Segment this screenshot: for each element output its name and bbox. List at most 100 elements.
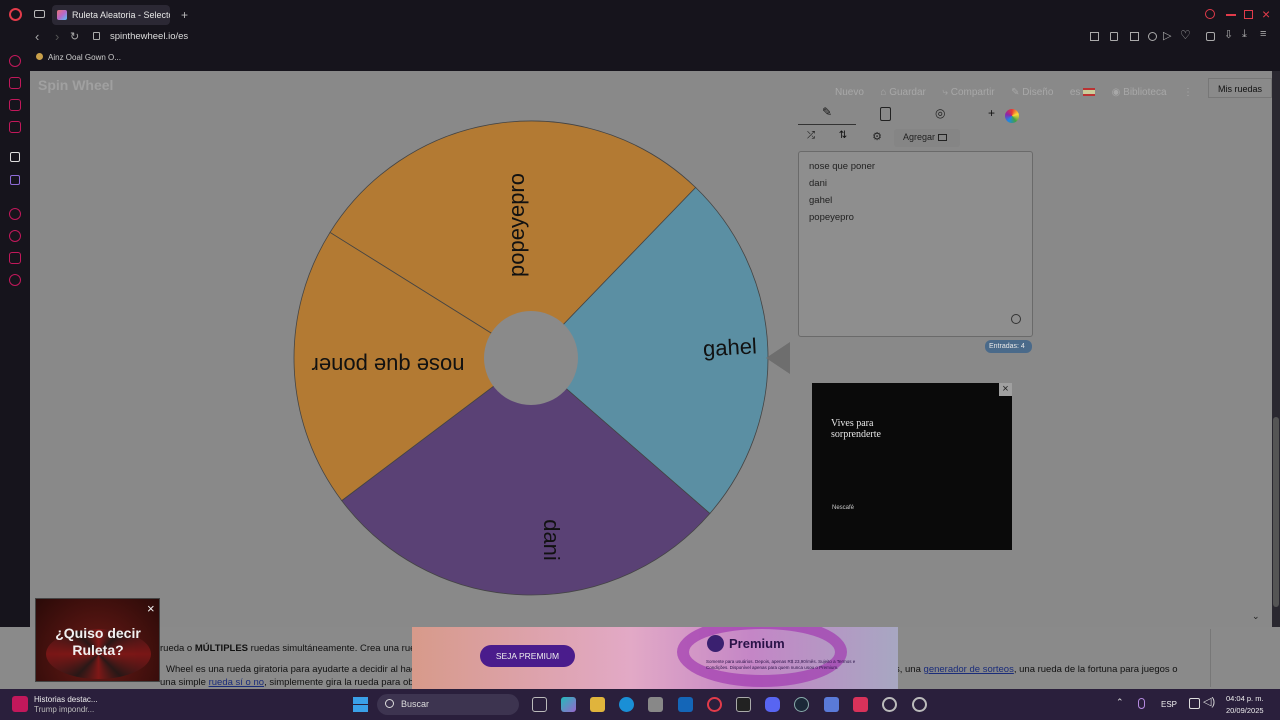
tf-icon[interactable] bbox=[853, 697, 868, 712]
sidebar-settings-icon[interactable] bbox=[9, 274, 21, 286]
store-icon[interactable] bbox=[648, 697, 663, 712]
wheel-center[interactable] bbox=[484, 311, 578, 405]
volume-icon[interactable]: ◁) bbox=[1203, 695, 1215, 708]
spin-wheel[interactable]: popeyepro gahel dani nose que poner bbox=[280, 105, 800, 610]
reload-icon[interactable]: ↻ bbox=[70, 30, 79, 43]
scroll-down-icon[interactable]: ⌄ bbox=[1252, 611, 1260, 622]
my-wheels-button[interactable]: Mis ruedas bbox=[1208, 78, 1272, 98]
search-tabs-icon[interactable] bbox=[1205, 9, 1215, 19]
nav-new[interactable]: Nuevo bbox=[835, 87, 864, 98]
popup-ad[interactable]: ¿Quiso decir Ruleta? × bbox=[35, 598, 160, 682]
tray-mic-icon[interactable] bbox=[1138, 698, 1145, 709]
shuffle-button[interactable]: ⤮ bbox=[800, 130, 822, 148]
yes-no-wheel-link[interactable]: rueda sí o no bbox=[209, 677, 264, 688]
sidebar-ai-icon[interactable] bbox=[9, 55, 21, 67]
nav-language[interactable]: es bbox=[1070, 87, 1096, 98]
nav-save[interactable]: ⌂ Guardar bbox=[880, 87, 926, 98]
image-icon bbox=[937, 134, 947, 142]
cube-icon[interactable] bbox=[1206, 32, 1215, 41]
sidebar-history-icon[interactable] bbox=[9, 230, 21, 242]
edge-icon[interactable] bbox=[619, 697, 634, 712]
pin-icon[interactable] bbox=[1110, 32, 1118, 41]
entries-textarea[interactable]: nose que poner dani gahel popeyepro bbox=[798, 151, 1033, 337]
close-window-button[interactable]: × bbox=[1262, 6, 1270, 22]
nav-library[interactable]: ◉ Biblioteca bbox=[1112, 87, 1167, 98]
premium-cta-button[interactable]: SEJA PREMIUM bbox=[480, 645, 575, 667]
opera-gx-icon[interactable] bbox=[707, 697, 722, 712]
language-indicator[interactable]: ESP bbox=[1161, 700, 1177, 709]
site-logo[interactable]: Spin Wheel bbox=[38, 77, 113, 93]
spotify-ad-banner[interactable]: SEJA PREMIUM Premium Somente para usuári… bbox=[412, 627, 898, 689]
entry-line: gahel bbox=[809, 195, 833, 206]
advanced-settings-icon[interactable]: ⚙ bbox=[865, 130, 889, 148]
clock-date[interactable]: 20/09/2025 bbox=[1226, 706, 1264, 715]
windows-start-icon[interactable] bbox=[353, 697, 368, 712]
sort-button[interactable]: ⇅ bbox=[832, 130, 854, 148]
emoji-icon[interactable] bbox=[1011, 314, 1021, 324]
news-title[interactable]: Historias destac... bbox=[34, 695, 98, 704]
nav-more-icon[interactable]: ⋮ bbox=[1183, 87, 1193, 98]
file-explorer-icon[interactable] bbox=[590, 697, 605, 712]
active-tab[interactable]: Ruleta Aleatoria - Selector bbox=[52, 5, 170, 25]
taskbar-search[interactable]: Buscar bbox=[377, 694, 519, 715]
sidebar-gift-icon[interactable] bbox=[9, 77, 21, 89]
sidebar-mail-icon[interactable] bbox=[9, 99, 21, 111]
forward-icon[interactable]: › bbox=[55, 29, 59, 44]
tab-favicon-icon bbox=[57, 10, 67, 20]
sidebar-twitch-icon[interactable] bbox=[10, 175, 20, 185]
add-image-button[interactable]: Agregar bbox=[894, 129, 960, 147]
sidebar-extensions-icon[interactable] bbox=[9, 252, 21, 264]
minimize-button[interactable] bbox=[1226, 14, 1236, 16]
downloads-icon[interactable]: ⤓ bbox=[1242, 28, 1247, 41]
tab-hide-icon[interactable]: ◎ bbox=[935, 106, 945, 120]
steam-icon[interactable] bbox=[794, 697, 809, 712]
extension-icon[interactable] bbox=[1148, 32, 1157, 41]
heart-icon[interactable]: ♡ bbox=[1180, 28, 1191, 42]
workspaces-icon[interactable] bbox=[34, 10, 45, 18]
back-icon[interactable]: ‹ bbox=[35, 29, 39, 44]
clock-time[interactable]: 04:04 p. m. bbox=[1226, 694, 1264, 703]
download-icon[interactable]: ⇩ bbox=[1224, 28, 1233, 41]
discord-icon[interactable] bbox=[765, 697, 780, 712]
network-icon[interactable] bbox=[1189, 698, 1200, 709]
snapshot-icon[interactable] bbox=[1130, 32, 1139, 41]
video-ad[interactable]: Vives para sorprenderte Nescafé × bbox=[812, 383, 1012, 550]
chrome-icon[interactable] bbox=[912, 697, 927, 712]
ad-close-icon[interactable]: × bbox=[999, 383, 1012, 396]
bottom-scrollbar[interactable] bbox=[1210, 629, 1270, 687]
split-view-icon[interactable] bbox=[1090, 32, 1099, 41]
raffle-generator-link[interactable]: generador de sorteos bbox=[924, 664, 1014, 675]
news-widget-icon[interactable] bbox=[12, 696, 28, 712]
add-wheel-button[interactable]: + bbox=[988, 106, 995, 120]
popup-ad-text: ¿Quiso decir Ruleta? bbox=[55, 625, 141, 658]
play-icon[interactable]: ▷ bbox=[1163, 29, 1171, 42]
sidebar-player-icon[interactable] bbox=[9, 208, 21, 220]
maximize-button[interactable] bbox=[1244, 10, 1253, 19]
task-view-icon[interactable] bbox=[532, 697, 547, 712]
spain-flag-icon bbox=[1083, 88, 1096, 97]
color-wheel-icon[interactable] bbox=[1005, 109, 1019, 123]
tray-chevron-icon[interactable]: ⌃ bbox=[1116, 697, 1124, 708]
tab-title: Ruleta Aleatoria - Selector bbox=[72, 10, 170, 20]
bookmark-item[interactable]: Ainz Ooal Gown O... bbox=[48, 53, 121, 62]
copilot-icon[interactable] bbox=[561, 697, 576, 712]
settings-icon[interactable] bbox=[882, 697, 897, 712]
tab-results-icon[interactable] bbox=[880, 107, 891, 121]
outlook-icon[interactable] bbox=[678, 697, 693, 712]
url-field[interactable]: spinthewheel.io/es bbox=[110, 31, 188, 42]
opera-logo-icon[interactable] bbox=[9, 8, 22, 21]
page-scrollbar[interactable] bbox=[1272, 71, 1280, 627]
sidebar-m-icon[interactable] bbox=[9, 121, 21, 133]
popup-close-icon[interactable]: × bbox=[147, 601, 155, 616]
menu-icon[interactable]: ≡ bbox=[1260, 28, 1266, 40]
new-tab-button[interactable]: + bbox=[181, 8, 188, 22]
nav-share[interactable]: ⤷ Compartir bbox=[942, 87, 994, 98]
terminal-icon[interactable] bbox=[736, 697, 751, 712]
opera-sidebar: GX ··· bbox=[0, 48, 30, 688]
tab-edit-icon[interactable]: ✎ bbox=[798, 105, 856, 125]
nav-design[interactable]: ✎ Diseño bbox=[1011, 87, 1053, 98]
sidebar-tiktok-icon[interactable] bbox=[10, 152, 20, 162]
page-text-line-2a: Wheel es una rueda giratoria para ayudar… bbox=[166, 664, 422, 675]
bookmarks-bar: Ainz Ooal Gown O... bbox=[30, 50, 1280, 70]
app-icon[interactable] bbox=[824, 697, 839, 712]
